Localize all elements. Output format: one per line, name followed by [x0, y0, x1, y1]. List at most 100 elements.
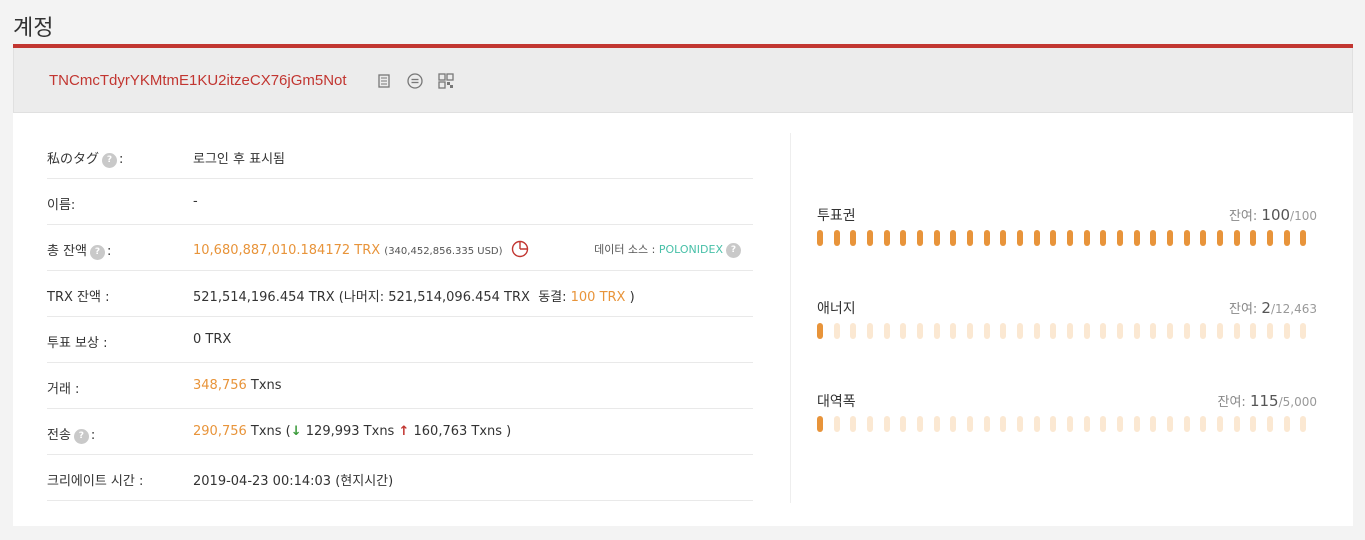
question-icon[interactable]: ?: [726, 243, 741, 258]
name-value: -: [193, 194, 198, 209]
total-balance-value: 10,680,887,010.184172 TRX: [193, 243, 381, 258]
bar-segment-filled: [833, 230, 840, 246]
resource-name: 대역폭: [817, 394, 856, 410]
bar-segment-empty: [1250, 323, 1257, 339]
bar-segment-filled: [933, 230, 940, 246]
bar-segment-empty: [967, 323, 973, 339]
arrow-down-icon: ↓: [290, 424, 302, 439]
bar-segment-empty: [1300, 416, 1307, 432]
total-balance-usd: (340,452,856.335 USD): [384, 246, 503, 257]
bar-segment-empty: [1083, 323, 1090, 339]
bar-segment-empty: [883, 323, 890, 339]
total-balance-label: 총 잔액: [47, 244, 88, 259]
bar-segment-empty: [850, 323, 857, 339]
copy-icon[interactable]: [376, 73, 392, 89]
bar-segment-empty: [1183, 323, 1190, 339]
qrcode-icon[interactable]: [438, 73, 454, 89]
transfers-out: 160,763 Txns ): [409, 424, 512, 439]
bar-segment-filled: [950, 230, 957, 246]
bar-segment-empty: [883, 416, 890, 432]
account-panel: 私のタグ?: 로그인 후 표시됨 이름: - 총 잔액?: 10,680,887…: [13, 113, 1353, 526]
bar-segment-empty: [1217, 416, 1223, 432]
transfers-count[interactable]: 290,756: [193, 424, 247, 439]
bar-segment-empty: [867, 416, 873, 432]
bar-segment-filled: [983, 230, 990, 246]
row-total-balance: 총 잔액?: 10,680,887,010.184172 TRX (340,45…: [47, 225, 753, 271]
bar-segment-empty: [1000, 416, 1007, 432]
account-address: TNCmcTdyrYKMtmE1KU2itzeCX76jGm5Not: [49, 72, 347, 89]
bar-segment-filled: [817, 416, 823, 432]
bar-segment-filled: [1150, 230, 1157, 246]
bar-segment-empty: [1017, 416, 1023, 432]
bar-segment-empty: [1017, 323, 1023, 339]
bar-segment-empty: [1283, 323, 1290, 339]
tag-value: 로그인 후 표시됨: [193, 152, 285, 167]
arrow-up-icon: ↑: [398, 424, 410, 439]
bar-segment-empty: [1300, 323, 1307, 339]
bar-segment-empty: [1033, 416, 1040, 432]
bar-segment-filled: [1067, 230, 1073, 246]
bar-segment-empty: [833, 416, 840, 432]
bar-segment-filled: [817, 230, 823, 246]
bar-segment-empty: [917, 323, 923, 339]
resource-name: 애너지: [817, 301, 856, 317]
data-source-link[interactable]: POLONIDEX: [659, 243, 723, 256]
pie-chart-icon[interactable]: [511, 240, 529, 262]
bar-segment-empty: [950, 416, 957, 432]
bar-segment-filled: [817, 323, 823, 339]
bar-segment-empty: [850, 416, 857, 432]
bar-segment-filled: [1200, 230, 1207, 246]
bar-segment-empty: [983, 323, 990, 339]
bar-segment-empty: [1183, 416, 1190, 432]
bar-segment-filled: [1083, 230, 1090, 246]
bar-segment-filled: [1000, 230, 1007, 246]
bar-segment-empty: [1050, 416, 1057, 432]
bar-segment-empty: [900, 323, 907, 339]
bar-segment-filled: [1183, 230, 1190, 246]
bar-segment-empty: [1267, 416, 1273, 432]
bar-segment-filled: [1300, 230, 1307, 246]
bar-segment-empty: [967, 416, 973, 432]
bar-segment-filled: [1250, 230, 1257, 246]
question-icon[interactable]: ?: [73, 429, 89, 444]
created-value: 2019-04-23 00:14:03 (현지시간): [193, 474, 394, 489]
row-vote-reward: 투표 보상 : 0 TRX: [47, 317, 753, 363]
resource-total: /100: [1290, 209, 1317, 223]
bar-segment-empty: [833, 323, 840, 339]
bar-segment-empty: [917, 416, 923, 432]
bar-segment-empty: [1117, 323, 1123, 339]
question-icon[interactable]: ?: [102, 153, 118, 168]
bar-segment-filled: [1033, 230, 1040, 246]
vote-reward-label: 투표 보상 :: [47, 336, 108, 351]
transactions-count[interactable]: 348,756: [193, 378, 247, 393]
resource-bar: [817, 416, 1317, 432]
account-info-table: 私のタグ?: 로그인 후 표시됨 이름: - 총 잔액?: 10,680,887…: [47, 133, 753, 501]
transfer-icon[interactable]: [407, 73, 423, 89]
row-transactions: 거래 : 348,756 Txns: [47, 363, 753, 409]
bar-segment-filled: [1133, 230, 1140, 246]
transactions-label: 거래 :: [47, 382, 80, 397]
resource-remaining: 2: [1261, 299, 1271, 317]
bar-segment-filled: [1017, 230, 1023, 246]
bar-segment-empty: [1167, 323, 1173, 339]
bar-segment-filled: [1100, 230, 1107, 246]
bar-segment-empty: [1283, 416, 1290, 432]
bar-segment-empty: [1233, 323, 1240, 339]
bar-segment-empty: [1133, 323, 1140, 339]
bar-segment-empty: [1167, 416, 1173, 432]
frozen-value: 100 TRX: [570, 290, 626, 305]
bar-segment-empty: [1100, 416, 1107, 432]
bar-segment-empty: [1033, 323, 1040, 339]
resource-bar: [817, 323, 1317, 339]
bar-segment-filled: [1217, 230, 1223, 246]
question-icon[interactable]: ?: [90, 245, 106, 260]
bar-segment-empty: [933, 323, 940, 339]
bar-segment-empty: [933, 416, 940, 432]
resource-total: /5,000: [1278, 395, 1317, 409]
name-label: 이름:: [47, 198, 76, 213]
bar-segment-empty: [950, 323, 957, 339]
bar-segment-empty: [1050, 323, 1057, 339]
trx-balance-label: TRX 잔액 :: [47, 290, 110, 305]
created-label: 크리에이트 시간 :: [47, 474, 144, 489]
bar-segment-empty: [867, 323, 873, 339]
